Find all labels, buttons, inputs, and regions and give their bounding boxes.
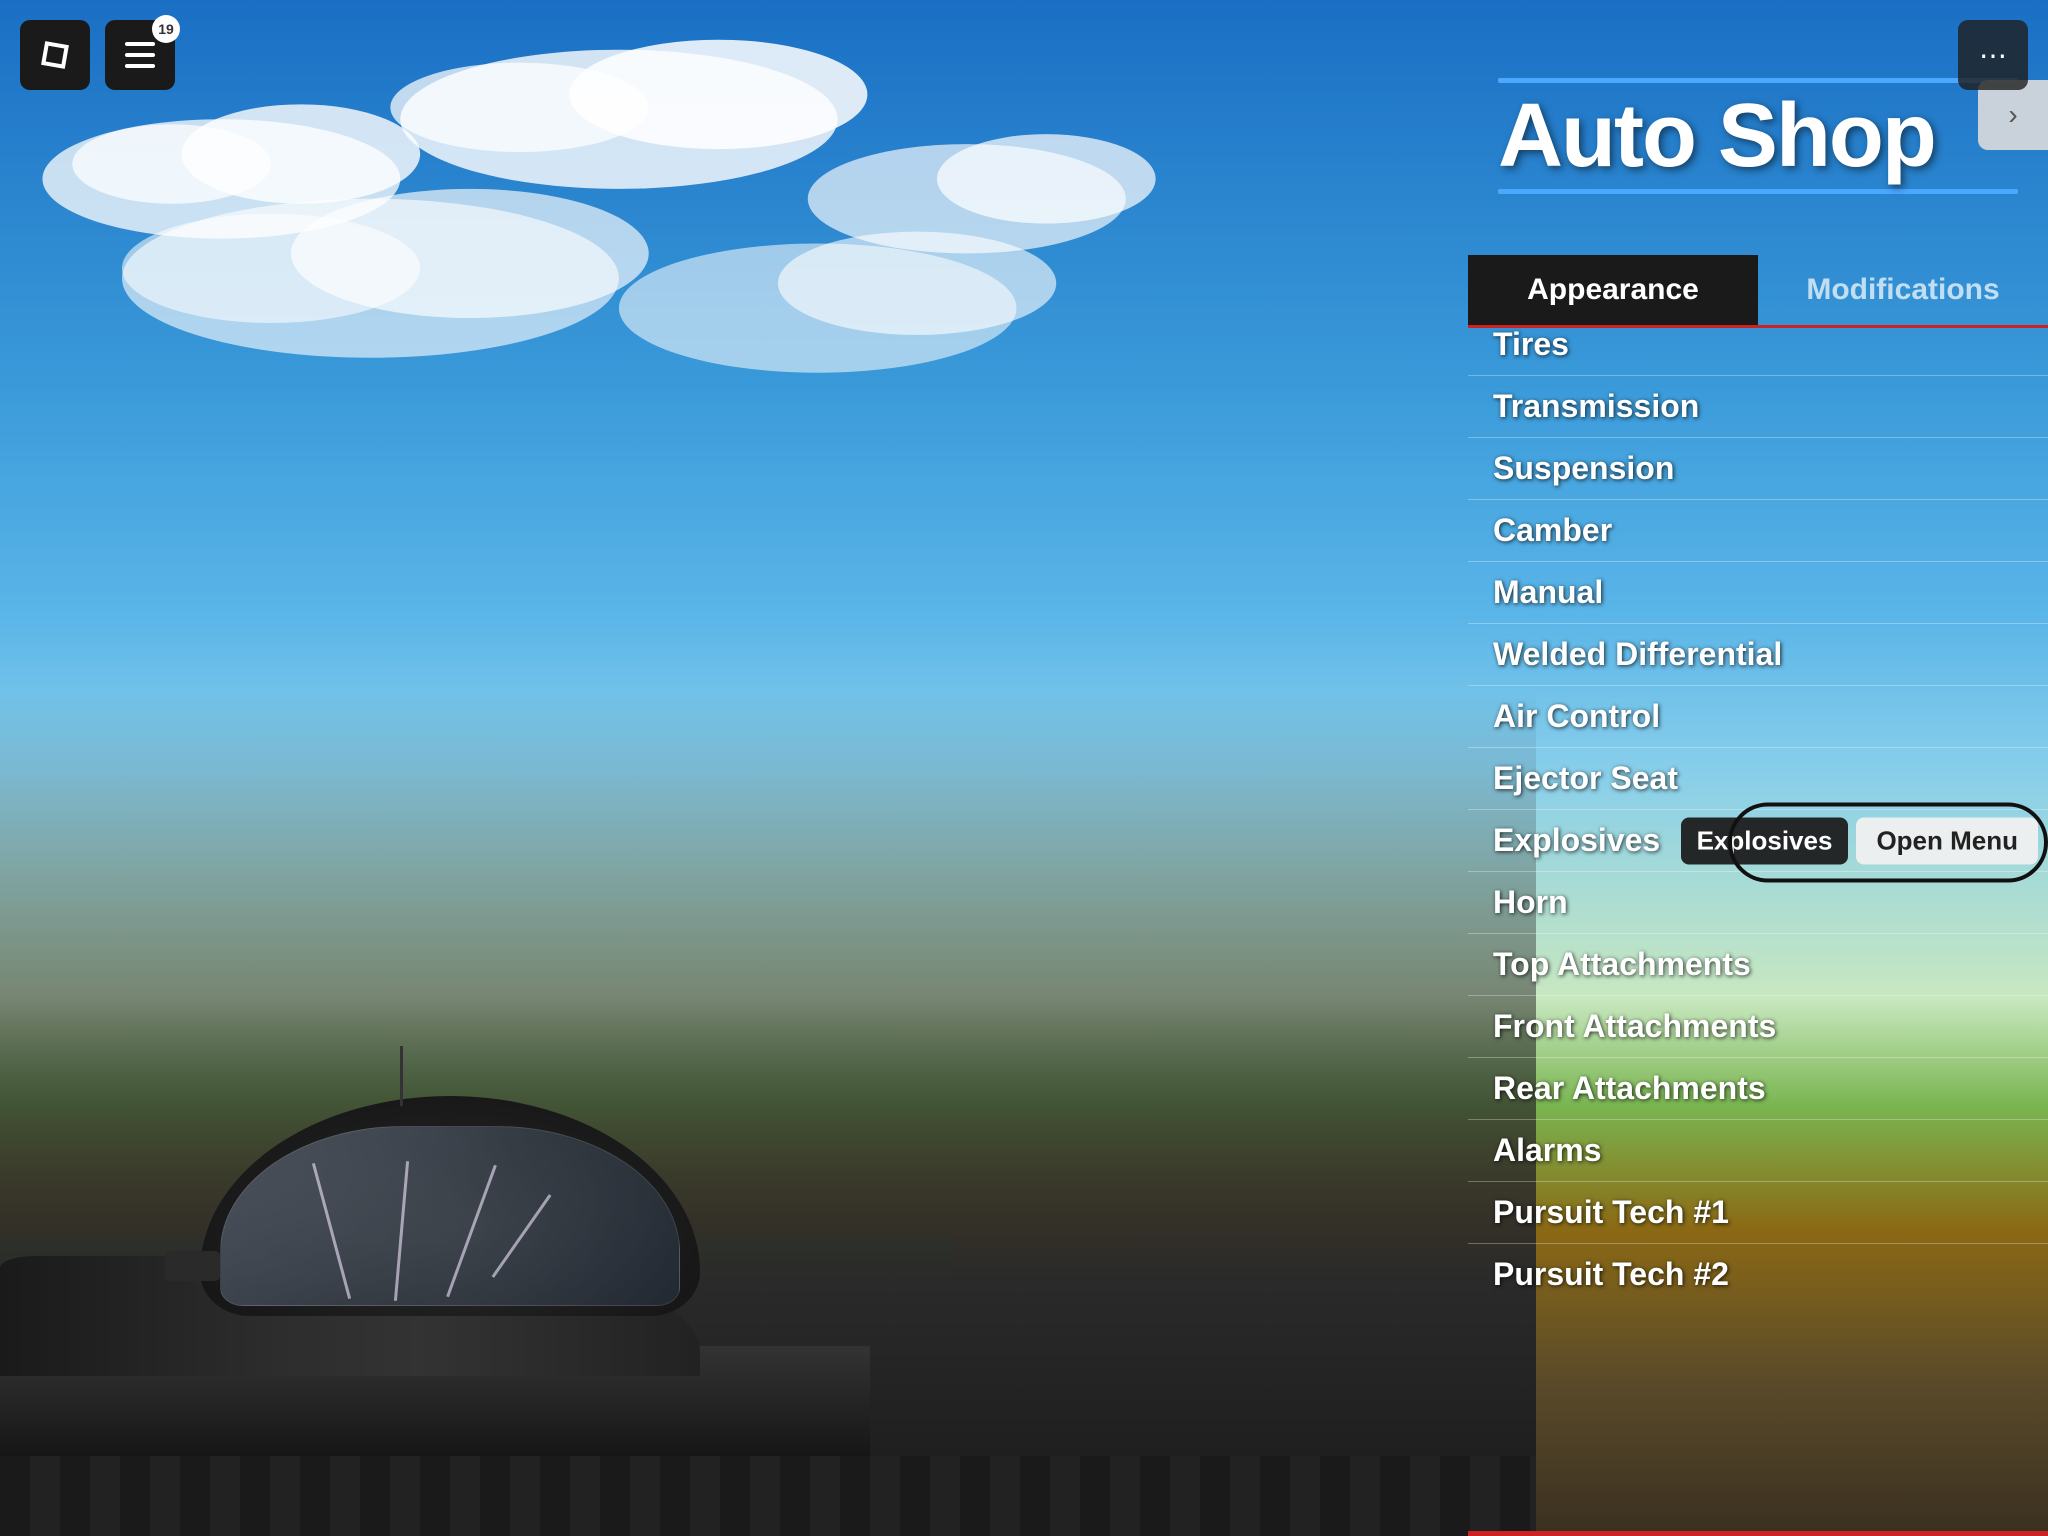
shop-title: Auto Shop [1498,91,2018,181]
nav-arrow-button[interactable]: › [1978,80,2048,150]
menu-item-rear-attachments[interactable]: Rear Attachments [1468,1058,2048,1120]
menu-item-pursuit-tech-1[interactable]: Pursuit Tech #1 [1468,1182,2048,1244]
menu-item-manual-label: Manual [1493,574,1603,611]
menu-item-camber[interactable]: Camber [1468,500,2048,562]
title-top-line [1498,78,2018,83]
antenna [400,1046,403,1106]
nav-arrow-icon: › [2008,99,2017,131]
menu-item-suspension[interactable]: Suspension [1468,438,2048,500]
menu-item-transmission-label: Transmission [1493,388,1699,425]
open-menu-button[interactable]: Open Menu [1856,817,2038,864]
car-windshield [220,1126,680,1306]
menu-item-ejector-seat-label: Ejector Seat [1493,760,1678,797]
menu-item-transmission[interactable]: Transmission [1468,376,2048,438]
menu-item-rear-attachments-label: Rear Attachments [1493,1070,1766,1107]
menu-list: Tires Transmission Suspension Camber Man… [1468,320,2048,1305]
more-options-button[interactable]: ⋯ [1958,20,2028,90]
title-bottom-line [1498,189,2018,194]
menu-item-horn-label: Horn [1493,884,1568,921]
menu-item-ejector-seat[interactable]: Ejector Seat [1468,748,2048,810]
right-panel: Auto Shop › Appearance Modifications Tir… [1468,0,2048,1536]
tooltip-item-label: Explosives [1681,817,1849,864]
tab-appearance-label: Appearance [1527,273,1699,306]
tab-appearance[interactable]: Appearance [1468,255,1758,325]
menu-item-front-attachments-label: Front Attachments [1493,1008,1776,1045]
menu-item-air-control-label: Air Control [1493,698,1660,735]
menu-item-horn[interactable]: Horn [1468,872,2048,934]
more-options-icon: ⋯ [1979,39,2007,72]
menu-item-pursuit-tech-1-label: Pursuit Tech #1 [1493,1194,1729,1231]
menu-item-explosives[interactable]: Explosives Explosives Open Menu [1468,810,2048,872]
tab-modifications[interactable]: Modifications [1758,255,2048,325]
menu-item-tires-label: Tires [1493,326,1569,362]
menu-item-tires[interactable]: Tires [1468,320,2048,376]
menu-item-manual[interactable]: Manual [1468,562,2048,624]
side-mirror [165,1251,220,1281]
menu-item-camber-label: Camber [1493,512,1612,549]
top-left-ui: 19 [20,20,175,90]
tabs-area: Appearance Modifications [1468,255,2048,328]
menu-item-top-attachments[interactable]: Top Attachments [1468,934,2048,996]
menu-item-alarms-label: Alarms [1493,1132,1602,1169]
bottom-red-line [1468,1531,2048,1536]
menu-item-explosives-label: Explosives [1493,822,1660,859]
menu-item-pursuit-tech-2-label: Pursuit Tech #2 [1493,1256,1729,1293]
bottom-grille [0,1456,1536,1536]
tab-modifications-label: Modifications [1806,273,1999,306]
menu-item-welded-differential[interactable]: Welded Differential [1468,624,2048,686]
car-body [0,1076,1050,1476]
menu-item-welded-differential-label: Welded Differential [1493,636,1782,673]
menu-item-top-attachments-label: Top Attachments [1493,946,1751,983]
notification-badge: 19 [152,15,180,43]
menu-item-front-attachments[interactable]: Front Attachments [1468,996,2048,1058]
menu-item-suspension-label: Suspension [1493,450,1674,487]
notification-icon[interactable]: 19 [105,20,175,90]
roblox-icon[interactable] [20,20,90,90]
explosives-tooltip: Explosives Open Menu [1681,817,2038,864]
menu-item-air-control[interactable]: Air Control [1468,686,2048,748]
menu-item-alarms[interactable]: Alarms [1468,1120,2048,1182]
menu-item-pursuit-tech-2[interactable]: Pursuit Tech #2 [1468,1244,2048,1305]
